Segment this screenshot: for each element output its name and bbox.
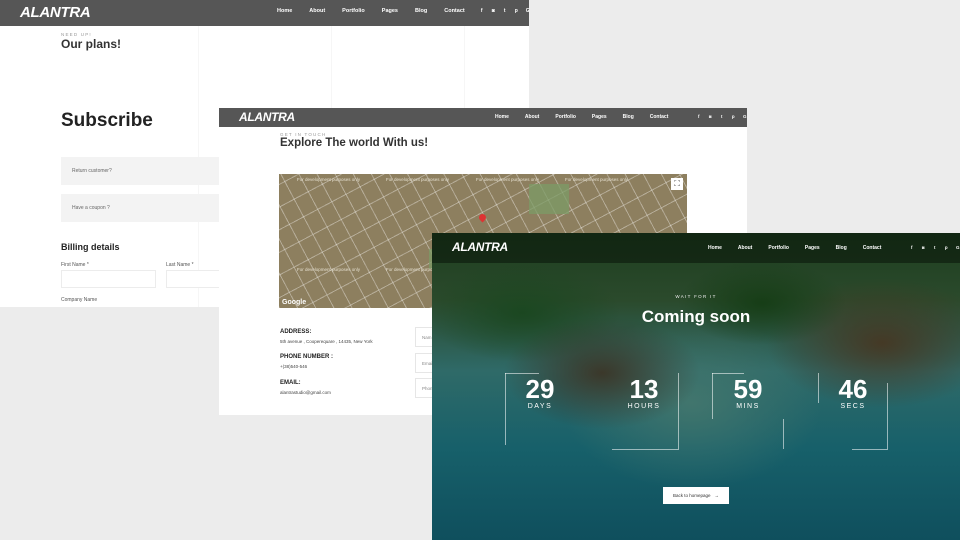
countdown-mins: 59 MINS [713, 375, 783, 410]
address-value: 5th avenue , Cooperequare , 14435, New Y… [280, 339, 373, 344]
nav-home[interactable]: Home [708, 245, 722, 251]
brand-logo[interactable]: ALANTRA [20, 4, 91, 21]
phone-value: +(38)540-546 [280, 364, 308, 369]
hours-value: 13 [629, 374, 659, 404]
address-label: ADDRESS: [280, 329, 312, 335]
main-nav: Home About Portfolio Pages Blog Contact [708, 245, 897, 251]
brand-logo[interactable]: ALANTRA [452, 240, 508, 254]
instagram-icon[interactable]: ◙ [488, 8, 500, 14]
email-value: alantrastudio@gmail.com [280, 390, 331, 395]
email-label: EMAIL: [280, 380, 301, 386]
countdown-days: 29 DAYS [505, 375, 575, 410]
nav-home[interactable]: Home [495, 114, 509, 120]
billing-details-heading: Billing details [61, 242, 120, 252]
nav-pages[interactable]: Pages [382, 8, 398, 14]
first-name-field[interactable] [61, 270, 156, 288]
countdown-frame-line [783, 419, 784, 449]
nav-blog[interactable]: Blog [836, 245, 847, 251]
instagram-icon[interactable]: ◙ [918, 245, 930, 250]
google-logo[interactable]: Google [282, 299, 306, 306]
phone-field-placeholder: Phon [422, 385, 433, 391]
secs-value: 46 [838, 374, 868, 404]
coupon-text[interactable]: Have a coupon ? [72, 205, 110, 211]
nav-contact[interactable]: Contact [650, 114, 669, 120]
countdown-frame-line [612, 449, 679, 450]
brand-logo[interactable]: ALANTRA [239, 110, 295, 124]
email-field-placeholder: Emai [422, 360, 433, 366]
return-customer-text[interactable]: Return customer? [72, 168, 112, 174]
pinterest-icon[interactable]: p [511, 8, 523, 14]
main-nav: Home About Portfolio Pages Blog Contact [495, 114, 684, 120]
twitter-icon[interactable]: t [499, 8, 511, 14]
days-unit: DAYS [527, 403, 553, 410]
contact-title: Explore The world With us! [280, 137, 429, 149]
map-dev-watermark: For development purposes only [297, 177, 361, 182]
last-name-field[interactable] [166, 270, 226, 288]
fullscreen-icon[interactable]: ⛶ [671, 178, 683, 190]
nav-about[interactable]: About [525, 114, 539, 120]
nav-portfolio[interactable]: Portfolio [342, 8, 365, 14]
mins-value: 59 [733, 374, 763, 404]
map-dev-watermark: For development purposes only [565, 177, 629, 182]
nav-contact[interactable]: Contact [863, 245, 882, 251]
first-name-label: First Name * [61, 262, 89, 268]
back-button-label[interactable]: Back to homepage [673, 493, 711, 498]
phone-label: PHONE NUMBER : [280, 354, 334, 360]
google-icon[interactable]: G [739, 114, 747, 119]
map-pin-icon[interactable] [477, 212, 488, 223]
top-navbar: ALANTRA Home About Portfolio Pages Blog … [219, 108, 747, 127]
return-customer-notice[interactable]: Return customer? [61, 157, 219, 185]
hours-unit: HOURS [627, 403, 661, 410]
twitter-icon[interactable]: t [716, 114, 728, 119]
map-dev-watermark: For development purposes only [386, 177, 450, 182]
nav-pages[interactable]: Pages [805, 245, 820, 251]
google-icon[interactable]: G [952, 245, 960, 250]
google-icon[interactable]: G [522, 8, 529, 14]
days-value: 29 [525, 374, 555, 404]
facebook-icon[interactable]: f [476, 8, 488, 14]
countdown-secs: 46 SECS [818, 375, 888, 410]
social-links: f ◙ t p G [906, 245, 960, 250]
coupon-notice[interactable]: Have a coupon ? [61, 194, 219, 222]
coming-soon-kicker: WAIT FOR IT [675, 294, 717, 299]
coming-soon-title: Coming soon [641, 307, 751, 326]
facebook-icon[interactable]: f [693, 114, 705, 119]
last-name-label: Last Name * [166, 262, 194, 268]
secs-unit: SECS [840, 403, 866, 410]
nav-home[interactable]: Home [277, 8, 292, 14]
nav-blog[interactable]: Blog [415, 8, 427, 14]
nav-about[interactable]: About [309, 8, 325, 14]
social-links: f ◙ t p G [476, 8, 529, 14]
coming-soon-page-screenshot: ALANTRA Home About Portfolio Pages Blog … [432, 233, 960, 540]
nav-portfolio[interactable]: Portfolio [555, 114, 576, 120]
pinterest-icon[interactable]: p [728, 114, 740, 119]
twitter-icon[interactable]: t [929, 245, 941, 250]
top-navbar: ALANTRA Home About Portfolio Pages Blog … [0, 0, 529, 26]
mins-unit: MINS [736, 403, 760, 410]
top-navbar: ALANTRA Home About Portfolio Pages Blog … [432, 233, 960, 263]
map-dev-watermark: For development purposes only [476, 177, 540, 182]
social-links: f ◙ t p G [693, 114, 747, 119]
company-name-label: Company Name [61, 297, 98, 303]
facebook-icon[interactable]: f [906, 245, 918, 250]
plans-title: Our plans! [61, 37, 122, 51]
countdown-hours: 13 HOURS [609, 375, 679, 410]
nav-pages[interactable]: Pages [592, 114, 607, 120]
subscribe-heading: Subscribe [61, 110, 153, 131]
map-park [529, 184, 569, 214]
countdown-frame-line [852, 449, 888, 450]
nav-contact[interactable]: Contact [444, 8, 464, 14]
nav-blog[interactable]: Blog [623, 114, 634, 120]
nav-about[interactable]: About [738, 245, 752, 251]
map-dev-watermark: For development purposes only [297, 267, 361, 272]
arrow-right-icon[interactable]: → [715, 493, 720, 498]
nav-portfolio[interactable]: Portfolio [768, 245, 789, 251]
instagram-icon[interactable]: ◙ [705, 114, 717, 119]
pinterest-icon[interactable]: p [941, 245, 953, 250]
back-to-homepage-button[interactable]: Back to homepage → [663, 487, 729, 504]
main-nav: Home About Portfolio Pages Blog Contact [277, 8, 482, 14]
name-field-placeholder: Nam [422, 334, 432, 340]
